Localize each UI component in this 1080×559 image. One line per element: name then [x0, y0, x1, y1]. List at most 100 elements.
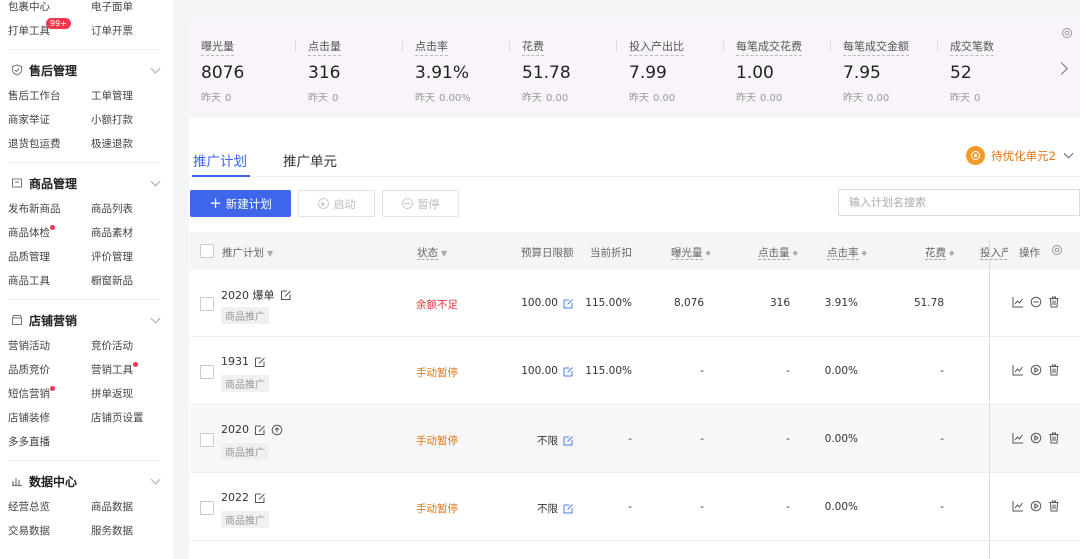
- sidebar-item[interactable]: 营销活动: [8, 334, 91, 358]
- chevron-down-icon[interactable]: [150, 63, 161, 74]
- col-impressions[interactable]: 曝光量 ◆: [671, 245, 711, 260]
- row-checkbox[interactable]: [200, 433, 214, 447]
- sidebar-item[interactable]: 橱窗新品: [91, 269, 171, 293]
- sidebar-item-label: 营销工具: [91, 364, 133, 376]
- play-circle-icon[interactable]: [1030, 364, 1042, 376]
- sidebar-item[interactable]: 订单开票: [91, 19, 171, 43]
- play-circle-icon[interactable]: [1030, 432, 1042, 444]
- pause-button[interactable]: 暂停: [382, 190, 459, 217]
- plan-name[interactable]: 2022: [221, 491, 266, 504]
- section-header[interactable]: 售后管理: [0, 56, 173, 84]
- sidebar-item[interactable]: 商品工具: [8, 269, 91, 293]
- plan-name[interactable]: 1931: [221, 355, 266, 368]
- column-header-label: 推广计划: [222, 247, 264, 259]
- col-plan[interactable]: 推广计划 ▼: [222, 245, 273, 260]
- sidebar-item[interactable]: 评价管理: [91, 245, 171, 269]
- line-chart-icon[interactable]: [1012, 296, 1024, 308]
- edit-icon[interactable]: [254, 356, 266, 368]
- col-ctr[interactable]: 点击率 ◆: [827, 245, 867, 260]
- sidebar-item[interactable]: 售后工作台: [8, 84, 91, 108]
- section-header[interactable]: 店铺营销: [0, 306, 173, 334]
- sidebar-item[interactable]: 竞价活动: [91, 334, 171, 358]
- sidebar-item[interactable]: 店铺页设置: [91, 406, 171, 430]
- section-header[interactable]: 商品管理: [0, 169, 173, 197]
- sidebar-item[interactable]: 极速退款: [91, 132, 171, 156]
- edit-icon[interactable]: [563, 298, 574, 309]
- sidebar-item[interactable]: 工单管理: [91, 84, 171, 108]
- sidebar-item[interactable]: 店铺装修: [8, 406, 91, 430]
- chevron-down-icon[interactable]: [150, 474, 161, 485]
- col-roi[interactable]: 投入产: [980, 245, 1008, 260]
- sort-icon[interactable]: ◆: [862, 249, 867, 257]
- optimize-units-dropdown[interactable]: 待优化单元2: [966, 146, 1074, 165]
- plan-name[interactable]: 2020: [221, 423, 283, 436]
- section-header[interactable]: 数据中心: [0, 467, 173, 495]
- edit-icon[interactable]: [563, 366, 574, 377]
- gear-icon[interactable]: [1060, 26, 1074, 40]
- start-button[interactable]: 启动: [298, 190, 375, 217]
- edit-icon[interactable]: [563, 503, 574, 514]
- yesterday-value: 0: [225, 93, 232, 104]
- search-input[interactable]: 输入计划名搜索: [838, 189, 1080, 216]
- sidebar-item[interactable]: 商品体检: [8, 221, 91, 245]
- sidebar-item[interactable]: 发布新商品: [8, 197, 91, 221]
- sidebar-item[interactable]: 品质竞价: [8, 358, 91, 382]
- line-chart-icon[interactable]: [1012, 432, 1024, 444]
- sidebar-item[interactable]: 退货包运费: [8, 132, 91, 156]
- filter-icon[interactable]: ▼: [441, 249, 447, 258]
- row-checkbox[interactable]: [200, 501, 214, 515]
- sidebar-item[interactable]: 多多直播: [8, 430, 91, 454]
- sidebar-item[interactable]: 短信营销: [8, 382, 91, 406]
- yesterday-value: 0: [974, 93, 981, 104]
- edit-icon[interactable]: [254, 424, 266, 436]
- line-chart-icon[interactable]: [1012, 500, 1024, 512]
- sidebar-item[interactable]: 商家举证: [8, 108, 91, 132]
- sidebar-item[interactable]: 商品素材: [91, 221, 171, 245]
- sidebar-item[interactable]: 交易数据: [8, 519, 91, 543]
- sidebar-item[interactable]: 品质管理: [8, 245, 91, 269]
- trash-icon[interactable]: [1048, 364, 1060, 376]
- edit-icon[interactable]: [280, 289, 292, 301]
- sidebar-item[interactable]: 小额打款: [91, 108, 171, 132]
- stat-value: 7.95: [843, 63, 881, 83]
- sidebar-item[interactable]: 服务数据: [91, 519, 171, 543]
- sidebar-item[interactable]: 营销工具: [91, 358, 171, 382]
- sidebar-item[interactable]: 包裹中心: [8, 0, 91, 19]
- trash-icon[interactable]: [1048, 500, 1060, 512]
- col-spend[interactable]: 花费 ◆: [925, 245, 954, 260]
- chevron-down-icon[interactable]: [150, 313, 161, 324]
- minus-circle-icon[interactable]: [1030, 296, 1042, 308]
- filter-icon[interactable]: ▼: [267, 249, 273, 258]
- tab-units[interactable]: 推广单元: [283, 150, 337, 170]
- chevron-down-icon[interactable]: [150, 176, 161, 187]
- sidebar-item[interactable]: 拼单返现: [91, 382, 171, 406]
- notification-dot: [50, 386, 55, 391]
- new-plan-button[interactable]: + 新建计划: [190, 190, 291, 217]
- sidebar-item-label: 打单工具: [8, 25, 50, 37]
- sidebar-item[interactable]: 商品数据: [91, 495, 171, 519]
- line-chart-icon[interactable]: [1012, 364, 1024, 376]
- edit-icon[interactable]: [254, 492, 266, 504]
- sidebar-item[interactable]: 商品列表: [91, 197, 171, 221]
- chevron-right-icon[interactable]: [1055, 62, 1068, 75]
- sort-icon[interactable]: ◆: [706, 249, 711, 257]
- gear-icon[interactable]: [1050, 243, 1064, 260]
- sidebar-item[interactable]: 打单工具 99+: [8, 18, 91, 43]
- sidebar-item[interactable]: 电子面单: [91, 0, 171, 19]
- sidebar-section-goods: 商品管理 发布新商品 商品列表 商品体检 商品素材 品质管理 评价管理 商品工具…: [0, 169, 173, 293]
- play-circle-icon[interactable]: [1030, 500, 1042, 512]
- upload-circle-icon[interactable]: [271, 424, 283, 436]
- tab-plans[interactable]: 推广计划: [193, 150, 247, 170]
- trash-icon[interactable]: [1048, 432, 1060, 444]
- col-status[interactable]: 状态 ▼: [417, 245, 447, 260]
- select-all-checkbox[interactable]: [200, 244, 214, 258]
- sort-icon[interactable]: ◆: [949, 249, 954, 257]
- sort-icon[interactable]: ◆: [793, 249, 798, 257]
- sidebar-item[interactable]: 经营总览: [8, 495, 91, 519]
- plan-name[interactable]: 2020 爆单: [221, 287, 292, 303]
- edit-icon[interactable]: [563, 435, 574, 446]
- trash-icon[interactable]: [1048, 296, 1060, 308]
- row-checkbox[interactable]: [200, 297, 214, 311]
- row-checkbox[interactable]: [200, 365, 214, 379]
- col-clicks[interactable]: 点击量 ◆: [758, 245, 798, 260]
